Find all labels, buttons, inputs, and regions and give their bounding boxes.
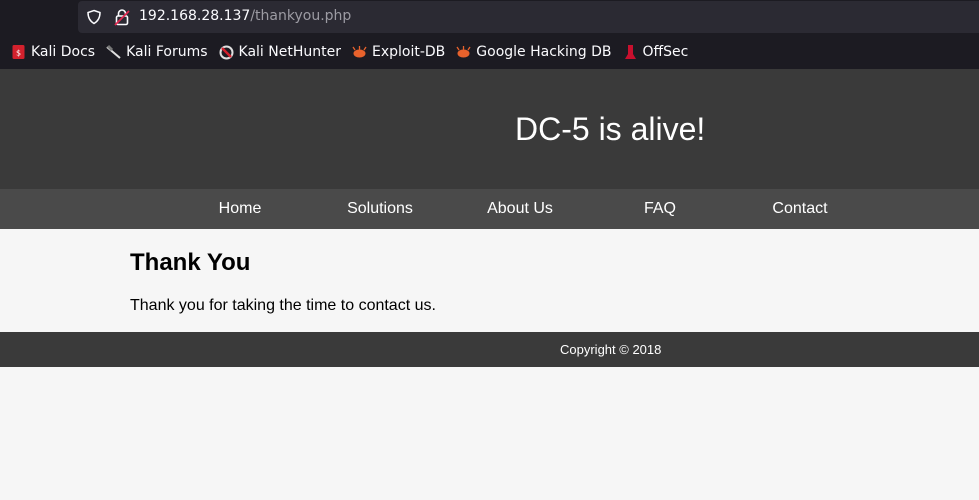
bookmarks-toolbar: $ Kali Docs Kali Forums Kali NetHunter E… <box>0 35 979 69</box>
kali-nethunter-icon <box>219 45 234 60</box>
kali-docs-icon: $ <box>12 45 25 59</box>
bookmark-kali-nethunter[interactable]: Kali NetHunter <box>219 40 341 64</box>
nav-home[interactable]: Home <box>170 189 310 229</box>
svg-text:$: $ <box>16 49 21 58</box>
insecure-lock-icon[interactable] <box>114 8 130 26</box>
bookmark-kali-forums[interactable]: Kali Forums <box>106 40 208 64</box>
bookmark-exploit-db[interactable]: Exploit-DB <box>352 40 445 64</box>
shield-icon[interactable] <box>86 9 102 25</box>
copyright-text: Copyright © 2018 <box>560 342 662 357</box>
url-bar[interactable]: 192.168.28.137/thankyou.php <box>78 1 979 33</box>
page-blank-area <box>0 367 979 500</box>
bookmark-label: Kali NetHunter <box>238 44 341 60</box>
main-nav: Home Solutions About Us FAQ Contact <box>0 189 979 229</box>
bookmark-label: Google Hacking DB <box>476 44 612 60</box>
thank-you-message: Thank you for taking the time to contact… <box>130 297 436 314</box>
bookmark-label: OffSec <box>642 44 689 60</box>
url-bar-row: 192.168.28.137/thankyou.php <box>0 0 979 35</box>
kali-forums-icon <box>106 44 121 59</box>
url-text[interactable]: 192.168.28.137/thankyou.php <box>139 8 351 24</box>
url-host: 192.168.28.137 <box>139 8 251 24</box>
nav-solutions[interactable]: Solutions <box>310 189 450 229</box>
bookmark-google-hacking-db[interactable]: Google Hacking DB <box>456 40 612 64</box>
bookmark-kali-docs[interactable]: $ Kali Docs <box>11 40 95 64</box>
nav-faq[interactable]: FAQ <box>590 189 730 229</box>
bookmark-label: Kali Forums <box>126 44 208 60</box>
bookmark-label: Kali Docs <box>31 44 96 60</box>
bookmark-label: Exploit-DB <box>371 44 446 60</box>
nav-contact[interactable]: Contact <box>730 189 870 229</box>
main-content: Thank You Thank you for taking the time … <box>0 229 979 332</box>
browser-chrome: 192.168.28.137/thankyou.php $ Kali Docs … <box>0 0 979 69</box>
site-header: DC-5 is alive! <box>0 69 979 189</box>
page-heading: Thank You <box>130 249 251 276</box>
site-footer: Copyright © 2018 <box>0 332 979 367</box>
nav-about-us[interactable]: About Us <box>450 189 590 229</box>
site-title: DC-5 is alive! <box>515 111 706 147</box>
url-path: /thankyou.php <box>250 8 352 24</box>
exploit-db-icon <box>352 46 367 58</box>
google-hacking-db-icon <box>456 46 471 58</box>
bookmark-offsec[interactable]: OffSec <box>623 40 689 64</box>
offsec-icon <box>624 45 636 59</box>
